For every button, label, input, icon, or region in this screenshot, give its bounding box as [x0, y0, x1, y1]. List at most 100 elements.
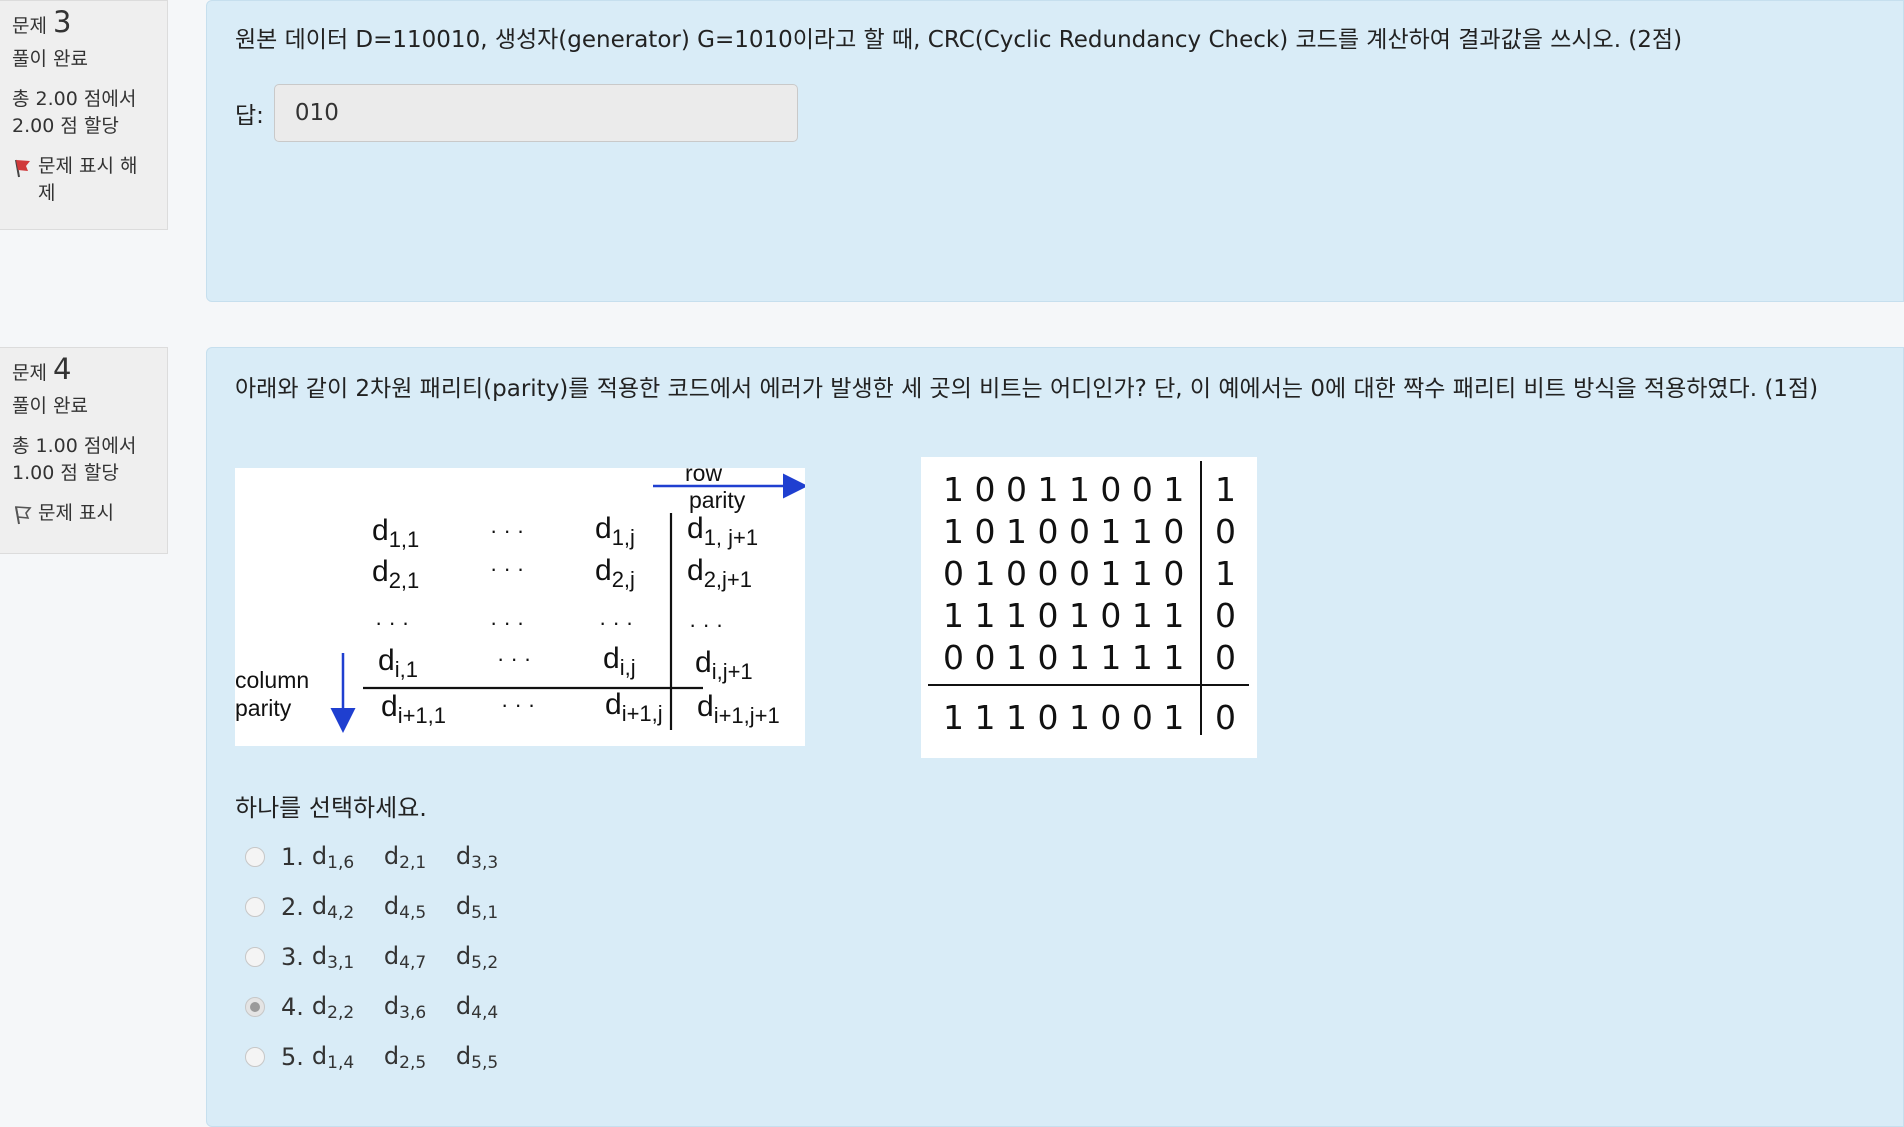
q4-flag-label: 문제 표시 [38, 502, 114, 524]
cell-dots-3c: · · · [599, 610, 633, 635]
bit-parity-row-parity: 0 [1215, 698, 1236, 737]
cell-d-i-j1: di,j+1 [695, 646, 753, 684]
option-2-term-1: d4,2 [311, 891, 355, 923]
q4-grade: 총 1.00 점에서 1.00 점 할당 [12, 433, 167, 487]
bit-row-1: 1 0 0 1 1 0 0 1 [943, 470, 1184, 509]
cell-d-i1-j: di+1,j [605, 688, 663, 726]
bit-row-4: 1 1 1 0 1 0 1 1 [943, 596, 1184, 635]
row-parity-label-1: row [685, 468, 722, 486]
bit-parity-row: 1 1 1 0 1 0 0 1 [943, 698, 1184, 737]
option-3-radio[interactable] [245, 947, 265, 967]
q4-flag-toggle[interactable]: 문제 표시 [12, 500, 167, 527]
parity-diagram: row parity column parity d1,1 · · · d1,j… [235, 460, 808, 746]
option-5-term-2: d2,5 [383, 1041, 427, 1073]
option-5-term-3: d5,5 [455, 1041, 499, 1073]
q3-answer-label: 답: [235, 103, 264, 129]
flag-outline-icon [15, 506, 32, 525]
bit-row-4-parity: 0 [1215, 596, 1236, 635]
answer-options: 1. d1,6 d2,1 d3,3 2. d4,2 d4,5 d5,1 3. d… [245, 832, 528, 1082]
q3-flag-toggle[interactable]: 문제 표시 해제 [12, 153, 142, 207]
option-3-term-1: d3,1 [311, 941, 355, 973]
option-2-radio[interactable] [245, 897, 265, 917]
bit-row-5: 0 0 1 0 1 1 1 1 [943, 638, 1184, 677]
option-1-term-3: d3,3 [455, 841, 499, 873]
row-parity-label-2: parity [689, 487, 746, 513]
bit-row-5-parity: 0 [1215, 638, 1236, 677]
q4-label: 문제 [12, 362, 47, 384]
cell-d-1-1: d1,1 [372, 514, 419, 552]
q3-text: 원본 데이터 D=110010, 생성자(generator) G=1010이라… [235, 27, 1683, 53]
option-2-term-2: d4,5 [383, 891, 427, 923]
bit-row-1-parity: 1 [1215, 470, 1236, 509]
q4-info-panel: 문제 4 풀이 완료 총 1.00 점에서 1.00 점 할당 문제 표시 [0, 347, 168, 554]
option-1-term-2: d2,1 [383, 841, 427, 873]
q4-number-value: 4 [52, 352, 72, 386]
option-4-number: 4. [281, 993, 304, 1021]
option-1-radio[interactable] [245, 847, 265, 867]
column-parity-label-1: column [235, 667, 309, 693]
option-1-term-1: d1,6 [311, 841, 355, 873]
cell-d-1-j: d1,j [595, 512, 635, 550]
cell-d-2-j1: d2,j+1 [687, 554, 752, 592]
q3-label: 문제 [12, 15, 47, 37]
option-3-term-3: d5,2 [455, 941, 499, 973]
q3-number: 문제 3 [12, 5, 167, 40]
cell-d-i1-j1: di+1,j+1 [697, 690, 780, 728]
bit-row-3-parity: 1 [1215, 554, 1236, 593]
q4-text: 아래와 같이 2차원 패리티(parity)를 적용한 코드에서 에러가 발생한… [235, 376, 1819, 402]
parity-diagram-svg: row parity column parity d1,1 · · · d1,j… [235, 460, 808, 733]
cell-d-i1-1: di+1,1 [381, 690, 446, 728]
flag-filled-icon [15, 159, 30, 178]
bit-row-3: 0 1 0 0 0 1 1 0 [943, 554, 1184, 593]
cell-dots-3b: · · · [490, 610, 524, 635]
cell-d-1-j1: d1, j+1 [687, 512, 758, 550]
cell-dots-3d: · · · [689, 612, 723, 637]
q3-state: 풀이 완료 [12, 48, 88, 70]
option-5-radio[interactable] [245, 1047, 265, 1067]
q3-answer-row: 답: [235, 84, 1875, 142]
option-2[interactable]: 2. d4,2 d4,5 d5,1 [245, 882, 528, 932]
option-4[interactable]: 4. d2,2 d3,6 d4,4 [245, 982, 528, 1032]
cell-d-2-j: d2,j [595, 554, 635, 592]
cell-dots-2: · · · [490, 556, 524, 581]
q4-grade-line2: 1.00 점 할당 [12, 462, 119, 484]
cell-d-i-1: di,1 [378, 644, 418, 682]
q4-number: 문제 4 [12, 352, 167, 387]
cell-d-i-j: di,j [603, 642, 636, 680]
option-4-term-1: d2,2 [311, 991, 355, 1023]
bit-table-svg: 1 0 0 1 1 0 0 1 1 1 0 1 0 0 1 1 0 0 0 1 … [928, 461, 1249, 737]
cell-dots-3a: · · · [375, 610, 409, 635]
bit-table: 1 0 0 1 1 0 0 1 1 1 0 1 0 0 1 1 0 0 0 1 … [921, 457, 1257, 758]
option-2-number: 2. [281, 893, 304, 921]
q4-state: 풀이 완료 [12, 395, 88, 417]
option-5[interactable]: 5. d1,4 d2,5 d5,5 [245, 1032, 528, 1082]
option-4-radio[interactable] [245, 997, 265, 1017]
q3-number-value: 3 [52, 5, 72, 39]
option-5-number: 5. [281, 1043, 304, 1071]
q3-content: 원본 데이터 D=110010, 생성자(generator) G=1010이라… [206, 0, 1904, 302]
bit-row-2-parity: 0 [1215, 512, 1236, 551]
option-4-term-2: d3,6 [383, 991, 427, 1023]
option-4-term-3: d4,4 [455, 991, 499, 1023]
option-1-number: 1. [281, 843, 304, 871]
q4-grade-line1: 총 1.00 점에서 [12, 435, 137, 457]
select-prompt: 하나를 선택하세요. [235, 794, 427, 822]
q3-flag-label: 문제 표시 해제 [38, 155, 138, 204]
cell-dots-4: · · · [497, 646, 531, 671]
option-3[interactable]: 3. d3,1 d4,7 d5,2 [245, 932, 528, 982]
q3-answer-input[interactable] [273, 84, 798, 142]
cell-dots-1: · · · [490, 518, 524, 543]
option-2-term-3: d5,1 [455, 891, 499, 923]
cell-d-2-1: d2,1 [372, 555, 419, 593]
q3-grade-line1: 총 2.00 점에서 [12, 88, 137, 110]
option-3-number: 3. [281, 943, 304, 971]
bit-row-2: 1 0 1 0 0 1 1 0 [943, 512, 1184, 551]
q4-content: 아래와 같이 2차원 패리티(parity)를 적용한 코드에서 에러가 발생한… [206, 347, 1904, 1127]
column-parity-label-2: parity [235, 695, 292, 721]
q3-info-panel: 문제 3 풀이 완료 총 2.00 점에서 2.00 점 할당 문제 표시 해제 [0, 0, 168, 230]
option-1[interactable]: 1. d1,6 d2,1 d3,3 [245, 832, 528, 882]
option-5-term-1: d1,4 [311, 1041, 355, 1073]
cell-dots-5: · · · [501, 692, 535, 717]
q3-grade: 총 2.00 점에서 2.00 점 할당 [12, 86, 167, 140]
q3-grade-line2: 2.00 점 할당 [12, 115, 119, 137]
